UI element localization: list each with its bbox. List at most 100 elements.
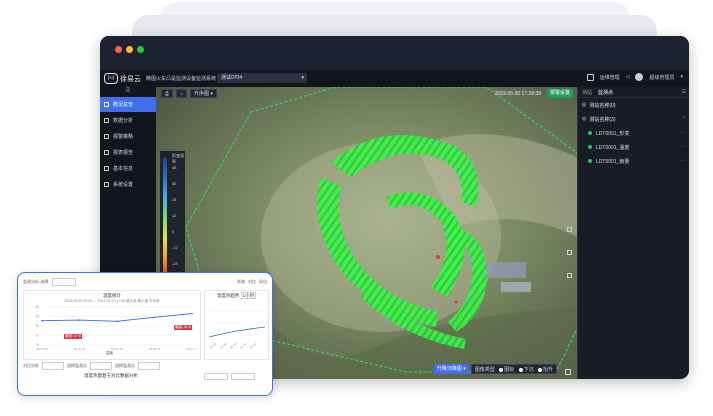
legend-title: 形变速率 — [172, 153, 184, 164]
card-filter-select[interactable] — [52, 278, 77, 286]
sidebar-item-label: 数据分析 — [113, 118, 134, 124]
project-select-value: 测试0704 — [221, 75, 243, 81]
volume-icon[interactable]: ◁ — [626, 74, 630, 80]
image-type-group: 图像类型 图标 下沉 抬升 — [470, 364, 557, 374]
map-layer-select[interactable]: 升序图 ▾ — [190, 89, 217, 98]
radio-icon-selected[interactable] — [499, 367, 504, 372]
ops-link[interactable]: 运维管理 — [600, 74, 620, 81]
print-icon[interactable]: ⎙ — [161, 89, 174, 98]
list-item[interactable]: LDT0001_形变 ··· — [578, 126, 689, 140]
menu-collapse-icon[interactable]: ☰ — [100, 87, 156, 96]
station-panel: 测站 监测点 ☰ ◎ 测站名称(0) ◎ 测站名称(3) ⌃ LDT0001_形… — [577, 87, 689, 379]
sidebar-item-overview[interactable]: 概况总览 — [100, 97, 156, 112]
color-legend: 形变速率 48 36 24 12 0 -12 -24 -36 — [160, 151, 185, 285]
map-toolbar: ⎙ ⌂ 升序图 ▾ — [161, 89, 217, 98]
display-mode-label: 升降沉降图 — [436, 366, 462, 372]
avatar[interactable] — [635, 73, 644, 81]
window-titlebar — [100, 36, 689, 70]
x-tick-label: 05-30 09 — [36, 347, 48, 351]
station-name: LDT0001_雨量 — [596, 158, 630, 165]
station-tabs: 测站 监测点 ☰ — [578, 87, 689, 98]
more-icon[interactable]: ··· — [680, 158, 685, 164]
card-toolbar: 监测分析-选择 系统 对比 导出 — [23, 278, 267, 286]
map-side-controls — [567, 227, 572, 278]
image-type-label: 图像类型 — [474, 367, 495, 373]
svg-text:05-30: 05-30 — [219, 342, 228, 350]
sidebar-item-label: 报警策略 — [113, 134, 134, 140]
heat-trend-chart: 05-30 05-30 05-30 05-30 05-30 — [208, 310, 266, 350]
sidebar-item-label: 报表报告 — [113, 150, 134, 156]
target-icon: ◎ — [582, 116, 587, 122]
more-icon[interactable]: ··· — [680, 130, 685, 136]
deformation-hotspot — [454, 300, 458, 304]
fullscreen-icon[interactable] — [567, 273, 572, 278]
display-mode-button[interactable]: 升降沉降图 ▾ — [433, 364, 469, 374]
list-menu-icon[interactable]: ☰ — [682, 89, 686, 95]
alarm-settings-button[interactable]: 报警设置 — [546, 89, 573, 98]
max-value-badge: 最高: 21.5 — [174, 325, 192, 330]
sidebar-item-settings[interactable]: 系统设置 — [100, 177, 156, 192]
system-button[interactable]: 系统 — [237, 279, 245, 285]
legend-tick: 0 — [172, 229, 175, 234]
compare-chart-title: 温度热量趋于对比数据分析 — [84, 373, 138, 378]
point-select-label-2: 选择监测点 — [115, 363, 135, 368]
list-item[interactable]: LDT0001_温度 ··· — [578, 140, 689, 154]
radio-label: 抬升 — [542, 367, 553, 373]
report-icon — [104, 150, 109, 155]
maximize-dot[interactable] — [137, 46, 144, 53]
mini-table — [204, 373, 228, 380]
legend-tick: -24 — [172, 261, 178, 266]
station-group[interactable]: ◎ 测站名称(0) — [578, 98, 689, 112]
x-tick-label: 05-30 15 — [149, 347, 161, 351]
expand-icon[interactable] — [565, 369, 571, 375]
system-title: 精图火车凸是监测设备监测系统 — [146, 76, 217, 82]
y-tick-label: 15 — [35, 324, 39, 328]
zoom-icon[interactable] — [567, 227, 572, 232]
sidebar-item-label: 概况总览 — [113, 102, 134, 108]
more-icon[interactable]: ··· — [680, 144, 685, 150]
status-dot — [588, 159, 592, 163]
map-display-bar: 升降沉降图 ▾ 图像类型 图标 下沉 抬升 — [433, 364, 557, 374]
y-tick-label: 20 — [35, 315, 39, 319]
series-line-temperature — [41, 313, 193, 322]
monitor-icon[interactable] — [586, 73, 594, 81]
sidebar-item-label: 基本信息 — [113, 166, 134, 172]
export-button[interactable]: 导出 — [259, 279, 267, 285]
status-dot — [588, 131, 592, 135]
legend-tick: -12 — [172, 245, 178, 250]
close-dot[interactable] — [115, 46, 122, 53]
sidebar-item-alarm[interactable]: 报警策略 — [100, 129, 156, 144]
heat-trend-panel: 温度热趋势 1小时 05-30 05-30 05-30 05-30 05-30 — [204, 290, 269, 360]
svg-text:05-30: 05-30 — [229, 342, 238, 350]
chevron-up-icon: ⌃ — [681, 116, 686, 122]
home-icon[interactable]: ⌂ — [176, 89, 188, 98]
map-layer-value: 升序图 — [194, 91, 210, 97]
list-item[interactable]: LDT0001_雨量 ··· — [578, 154, 689, 168]
point-select-2[interactable] — [138, 362, 160, 370]
target-icon: ◎ — [582, 102, 587, 108]
chevron-down-icon[interactable]: ▾ — [680, 74, 683, 80]
project-select[interactable]: 测试0704 ▾ — [217, 73, 307, 83]
tab-points[interactable]: 监测点 — [598, 89, 613, 96]
sidebar-item-info[interactable]: 基本信息 — [100, 161, 156, 176]
min-value-badge: 最低: 17.5 — [64, 334, 82, 339]
minimize-dot[interactable] — [126, 46, 133, 53]
status-dot — [588, 145, 592, 149]
radio-icon-selected[interactable] — [518, 367, 523, 372]
svg-text:05-30: 05-30 — [249, 342, 258, 350]
layer-icon[interactable] — [567, 250, 572, 255]
tab-stations[interactable]: 测站 — [582, 89, 592, 96]
building — [486, 262, 526, 278]
compare-select[interactable] — [42, 362, 64, 370]
y-tick-label: 10 — [35, 334, 39, 338]
sidebar-item-analysis[interactable]: 数据分析 — [100, 113, 156, 128]
sidebar-item-reports[interactable]: 报表报告 — [100, 145, 156, 160]
point-select[interactable] — [90, 362, 112, 370]
compare-button[interactable]: 对比 — [248, 279, 256, 285]
user-name[interactable]: 超级管理员 — [649, 74, 674, 81]
radio-icon-selected[interactable] — [537, 367, 542, 372]
overview-icon — [104, 102, 109, 107]
svg-text:05-30: 05-30 — [209, 342, 218, 350]
settings-icon — [104, 182, 109, 187]
station-group[interactable]: ◎ 测站名称(3) ⌃ — [578, 112, 689, 126]
